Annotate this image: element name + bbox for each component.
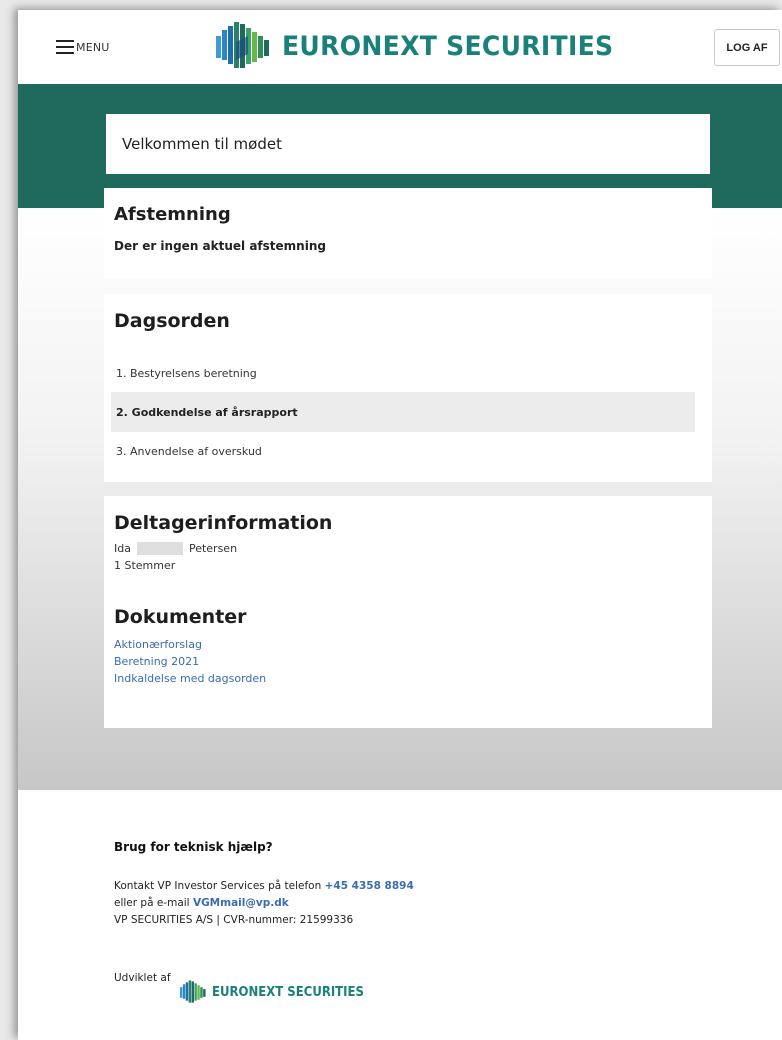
- page: MENU EURONEXT SECURITIES LOG AF Velkomme…: [18, 10, 782, 1040]
- footer: Brug for teknisk hjælp? Kontakt VP Inves…: [18, 790, 782, 1040]
- agenda-item[interactable]: 3. Anvendelse af overskud: [111, 432, 695, 470]
- footer-logo-icon: [179, 980, 206, 1003]
- contact-info: Kontakt VP Investor Services på telefon …: [114, 878, 414, 929]
- documents-title: Dokumenter: [114, 606, 247, 628]
- logout-button[interactable]: LOG AF: [714, 29, 780, 66]
- agenda-item-active[interactable]: 2. Godkendelse af årsrapport: [111, 392, 695, 432]
- email-link[interactable]: VGMmail@vp.dk: [193, 897, 289, 909]
- agenda-item[interactable]: 1. Bestyrelsens beretning: [111, 354, 695, 392]
- euronext-logo[interactable]: EURONEXT SECURITIES: [214, 22, 638, 70]
- top-header: MENU EURONEXT SECURITIES LOG AF: [18, 10, 782, 84]
- participant-name: Ida Petersen: [114, 540, 702, 557]
- hamburger-icon: [56, 40, 74, 54]
- participant-title: Deltagerinformation: [114, 512, 333, 534]
- developed-by: Udviklet af EURONEXT SECURITIES: [114, 972, 380, 1004]
- participant-info: Ida Petersen 1 Stemmer: [114, 540, 702, 574]
- contact-phone-line: Kontakt VP Investor Services på telefon …: [114, 878, 414, 895]
- help-title: Brug for teknisk hjælp?: [114, 840, 273, 854]
- welcome-banner: Velkommen til mødet: [106, 114, 710, 174]
- welcome-text: Velkommen til mødet: [122, 135, 282, 153]
- agenda-list: 1. Bestyrelsens beretning 2. Godkendelse…: [111, 354, 705, 470]
- developed-by-label: Udviklet af: [114, 972, 171, 984]
- menu-button[interactable]: MENU: [56, 40, 110, 54]
- logo-text: EURONEXT SECURITIES: [282, 30, 614, 62]
- company-line: VP SECURITIES A/S | CVR-nummer: 21599336: [114, 914, 354, 926]
- footer-logo[interactable]: EURONEXT SECURITIES: [179, 980, 381, 1004]
- vote-card: Afstemning Der er ingen aktuel afstemnin…: [104, 188, 712, 278]
- euronext-logo-icon: [216, 22, 269, 68]
- footer-logo-text: EURONEXT SECURITIES: [211, 984, 364, 1000]
- agenda-card: Dagsorden 1. Bestyrelsens beretning 2. G…: [104, 294, 712, 482]
- participant-votes: 1 Stemmer: [114, 559, 176, 572]
- contact-email-line: eller på e-mail VGMmail@vp.dk: [114, 895, 414, 912]
- email-prefix: eller på e-mail: [114, 897, 190, 909]
- document-link[interactable]: Indkaldelse med dagsorden: [114, 670, 702, 687]
- document-link[interactable]: Beretning 2021: [114, 653, 702, 670]
- participant-card: Deltagerinformation Ida Petersen 1 Stemm…: [104, 496, 712, 728]
- contact-prefix: Kontakt VP Investor Services på telefon: [114, 880, 322, 892]
- document-link[interactable]: Aktionærforslag: [114, 636, 702, 653]
- documents-list: Aktionærforslag Beretning 2021 Indkaldel…: [114, 636, 702, 687]
- agenda-title: Dagsorden: [114, 310, 230, 332]
- menu-label: MENU: [76, 40, 110, 54]
- redacted-middle-name: [136, 542, 183, 555]
- phone-link[interactable]: +45 4358 8894: [325, 880, 414, 892]
- participant-first-name: Ida: [114, 542, 131, 555]
- participant-last-name: Petersen: [188, 542, 238, 555]
- vote-message: Der er ingen aktuel afstemning: [114, 239, 326, 253]
- vote-title: Afstemning: [114, 204, 231, 225]
